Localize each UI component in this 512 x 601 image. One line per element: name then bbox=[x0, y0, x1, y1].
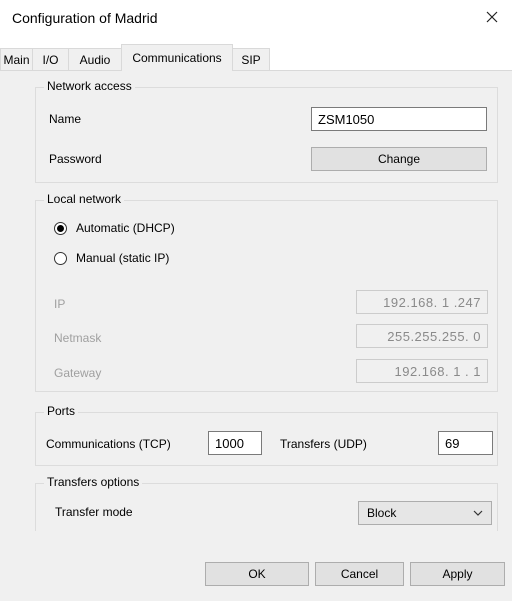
radio-selected-dot bbox=[57, 225, 64, 232]
ok-button[interactable]: OK bbox=[205, 562, 309, 586]
tab-communications[interactable]: Communications bbox=[121, 44, 233, 71]
password-label: Password bbox=[49, 152, 102, 166]
close-button[interactable] bbox=[481, 6, 503, 28]
tcp-port-input[interactable]: 1000 bbox=[208, 431, 262, 455]
group-legend: Network access bbox=[44, 79, 135, 93]
close-icon bbox=[486, 11, 498, 23]
tab-label: Main bbox=[3, 52, 30, 67]
tab-panel: Network access Name ZSM1050 Password Cha… bbox=[0, 70, 512, 538]
ip-field[interactable]: 192.168. 1 .247 bbox=[356, 290, 488, 314]
manual-static-ip-label[interactable]: Manual (static IP) bbox=[76, 251, 169, 265]
ip-label: IP bbox=[54, 297, 66, 311]
change-password-button[interactable]: Change bbox=[311, 147, 487, 171]
transfer-mode-value: Block bbox=[367, 506, 397, 520]
name-input[interactable]: ZSM1050 bbox=[311, 107, 487, 131]
automatic-dhcp-label[interactable]: Automatic (DHCP) bbox=[76, 221, 175, 235]
automatic-dhcp-radio[interactable] bbox=[54, 222, 67, 235]
group-legend: Transfers options bbox=[44, 475, 143, 489]
netmask-label: Netmask bbox=[54, 331, 102, 345]
udp-port-label: Transfers (UDP) bbox=[280, 437, 367, 451]
tab-label: Communications bbox=[132, 51, 222, 65]
apply-button[interactable]: Apply bbox=[410, 562, 505, 586]
tab-main[interactable]: Main bbox=[0, 48, 33, 70]
window-title: Configuration of Madrid bbox=[12, 10, 158, 26]
tab-io[interactable]: I/O bbox=[32, 48, 69, 70]
gateway-field[interactable]: 192.168. 1 . 1 bbox=[356, 359, 488, 383]
tcp-port-label: Communications (TCP) bbox=[46, 437, 171, 451]
group-legend: Local network bbox=[44, 192, 125, 206]
transfers-options-group: Transfers options Transfer mode Block bbox=[35, 475, 498, 538]
udp-port-input[interactable]: 69 bbox=[438, 431, 493, 455]
ports-group: Ports Communications (TCP) 1000 Transfer… bbox=[35, 404, 498, 466]
local-network-group: Local network Automatic (DHCP) Manual (s… bbox=[35, 192, 498, 392]
tab-strip: Main I/O Audio Communications SIP bbox=[0, 44, 512, 71]
transfer-mode-select[interactable]: Block bbox=[358, 501, 492, 525]
chevron-down-icon bbox=[473, 510, 483, 516]
tab-label: I/O bbox=[42, 52, 59, 67]
tab-label: SIP bbox=[241, 52, 261, 67]
transfer-mode-label: Transfer mode bbox=[55, 505, 133, 519]
dialog-footer: OK Cancel Apply bbox=[0, 531, 512, 601]
name-label: Name bbox=[49, 112, 82, 126]
netmask-field[interactable]: 255.255.255. 0 bbox=[356, 324, 488, 348]
tab-label: Audio bbox=[79, 52, 111, 67]
tab-sip[interactable]: SIP bbox=[232, 48, 270, 70]
tab-audio[interactable]: Audio bbox=[68, 48, 122, 70]
group-legend: Ports bbox=[44, 404, 79, 418]
cancel-button[interactable]: Cancel bbox=[315, 562, 404, 586]
gateway-label: Gateway bbox=[54, 366, 102, 380]
network-access-group: Network access Name ZSM1050 Password Cha… bbox=[35, 79, 498, 183]
manual-static-ip-radio[interactable] bbox=[54, 252, 67, 265]
